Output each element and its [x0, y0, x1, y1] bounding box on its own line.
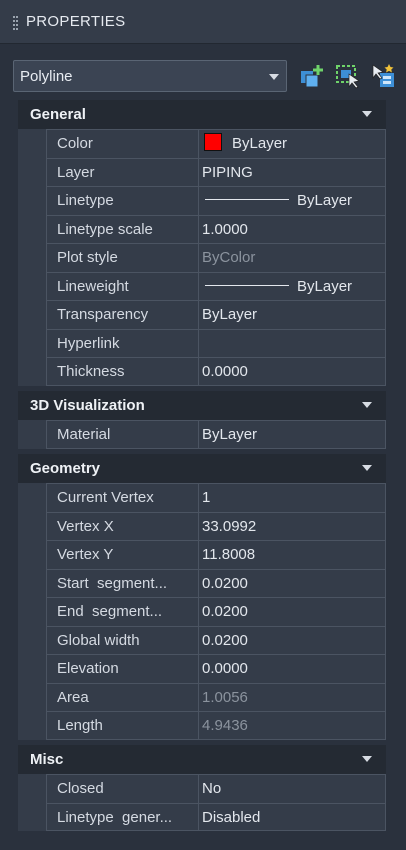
property-value-material[interactable]: ByLayer — [198, 420, 386, 449]
property-value-area: 1.0056 — [198, 682, 386, 711]
property-label: Transparency — [46, 300, 198, 329]
property-label: Linetype scale — [46, 214, 198, 243]
property-label: Lineweight — [46, 271, 198, 300]
color-swatch-icon — [204, 133, 222, 151]
property-row-hyperlink[interactable]: Hyperlink — [18, 328, 386, 357]
section-title: Geometry — [30, 460, 101, 477]
property-row-material[interactable]: Material ByLayer — [18, 420, 386, 449]
property-row-linetype-generation[interactable]: Linetype gener... Disabled — [18, 802, 386, 831]
section-3d-visualization-header[interactable]: 3D Visualization — [18, 391, 386, 420]
property-label: Current Vertex — [46, 483, 198, 512]
property-row-global-width[interactable]: Global width 0.0200 — [18, 625, 386, 654]
property-label: Length — [46, 711, 198, 740]
properties-title-bar[interactable]: PROPERTIES — [0, 0, 406, 44]
chevron-down-icon — [269, 74, 279, 80]
quick-select-add-icon — [301, 65, 323, 88]
line-preview-icon — [205, 199, 289, 200]
section-3d-visualization-rows: Material ByLayer — [18, 420, 386, 449]
property-value-closed[interactable]: No — [198, 774, 386, 803]
property-row-lineweight[interactable]: Lineweight ByLayer — [18, 271, 386, 300]
property-value-current-vertex[interactable]: 1 — [198, 483, 386, 512]
property-row-vertex-y[interactable]: Vertex Y 11.8008 — [18, 540, 386, 569]
property-label: Vertex X — [46, 511, 198, 540]
property-value-length: 4.9436 — [198, 711, 386, 740]
property-value-hyperlink[interactable] — [198, 328, 386, 357]
toggle-pickadd-button[interactable] — [369, 61, 399, 91]
select-objects-icon — [336, 65, 360, 89]
section-geometry-header[interactable]: Geometry — [18, 454, 386, 483]
section-title: General — [30, 106, 86, 123]
property-row-length[interactable]: Length 4.9436 — [18, 711, 386, 740]
property-row-closed[interactable]: Closed No — [18, 774, 386, 803]
property-label: Closed — [46, 774, 198, 803]
property-value-color[interactable]: ByLayer — [198, 129, 386, 158]
property-value-linetype[interactable]: ByLayer — [198, 186, 386, 215]
property-label: Plot style — [46, 243, 198, 272]
property-value-plot-style: ByColor — [198, 243, 386, 272]
section-title: Misc — [30, 751, 64, 768]
property-value-linetype-generation[interactable]: Disabled — [198, 802, 386, 831]
drag-grip-icon[interactable] — [13, 16, 19, 30]
section-general-rows: Color ByLayer Layer PIPING Linetype ByLa… — [18, 129, 386, 386]
property-label: Vertex Y — [46, 540, 198, 569]
line-preview-icon — [205, 284, 289, 286]
property-row-current-vertex[interactable]: Current Vertex 1 — [18, 483, 386, 512]
property-label: Start segment... — [46, 568, 198, 597]
property-value-end-segment-width[interactable]: 0.0200 — [198, 597, 386, 626]
property-value-linetype-scale[interactable]: 1.0000 — [198, 214, 386, 243]
section-general-header[interactable]: General — [18, 100, 386, 129]
property-label: Linetype — [46, 186, 198, 215]
property-row-vertex-x[interactable]: Vertex X 33.0992 — [18, 511, 386, 540]
section-misc-rows: Closed No Linetype gener... Disabled — [18, 774, 386, 831]
property-row-linetype-scale[interactable]: Linetype scale 1.0000 — [18, 214, 386, 243]
section-title: 3D Visualization — [30, 397, 145, 414]
quick-select-add-button[interactable] — [297, 61, 327, 91]
property-row-start-segment-width[interactable]: Start segment... 0.0200 — [18, 568, 386, 597]
property-value-lineweight[interactable]: ByLayer — [198, 271, 386, 300]
property-label: Area — [46, 682, 198, 711]
property-label: End segment... — [46, 597, 198, 626]
property-label: Linetype gener... — [46, 802, 198, 831]
property-row-thickness[interactable]: Thickness 0.0000 — [18, 357, 386, 386]
property-value-elevation[interactable]: 0.0000 — [198, 654, 386, 683]
property-label: Color — [46, 129, 198, 158]
property-value-transparency[interactable]: ByLayer — [198, 300, 386, 329]
object-type-dropdown[interactable]: Polyline — [13, 60, 287, 92]
property-label: Elevation — [46, 654, 198, 683]
property-row-layer[interactable]: Layer PIPING — [18, 157, 386, 186]
property-row-elevation[interactable]: Elevation 0.0000 — [18, 654, 386, 683]
property-label: Hyperlink — [46, 328, 198, 357]
object-type-value: Polyline — [20, 68, 73, 85]
property-value-vertex-x[interactable]: 33.0992 — [198, 511, 386, 540]
property-label: Global width — [46, 625, 198, 654]
property-value-global-width[interactable]: 0.0200 — [198, 625, 386, 654]
property-row-linetype[interactable]: Linetype ByLayer — [18, 186, 386, 215]
section-geometry-rows: Current Vertex 1 Vertex X 33.0992 Vertex… — [18, 483, 386, 740]
chevron-down-icon[interactable] — [362, 465, 372, 471]
section-misc-header[interactable]: Misc — [18, 745, 386, 774]
property-row-color[interactable]: Color ByLayer — [18, 129, 386, 158]
chevron-down-icon[interactable] — [362, 402, 372, 408]
select-objects-button[interactable] — [333, 61, 363, 91]
toggle-pickadd-icon — [372, 64, 394, 87]
property-row-area[interactable]: Area 1.0056 — [18, 682, 386, 711]
property-value-thickness[interactable]: 0.0000 — [198, 357, 386, 386]
property-row-end-segment-width[interactable]: End segment... 0.0200 — [18, 597, 386, 626]
chevron-down-icon[interactable] — [362, 111, 372, 117]
property-value-layer[interactable]: PIPING — [198, 157, 386, 186]
property-label: Layer — [46, 157, 198, 186]
property-value-start-segment-width[interactable]: 0.0200 — [198, 568, 386, 597]
chevron-down-icon[interactable] — [362, 756, 372, 762]
panel-title: PROPERTIES — [26, 13, 126, 30]
property-row-plot-style[interactable]: Plot style ByColor — [18, 243, 386, 272]
property-label: Thickness — [46, 357, 198, 386]
property-value-vertex-y[interactable]: 11.8008 — [198, 540, 386, 569]
property-row-transparency[interactable]: Transparency ByLayer — [18, 300, 386, 329]
property-label: Material — [46, 420, 198, 449]
